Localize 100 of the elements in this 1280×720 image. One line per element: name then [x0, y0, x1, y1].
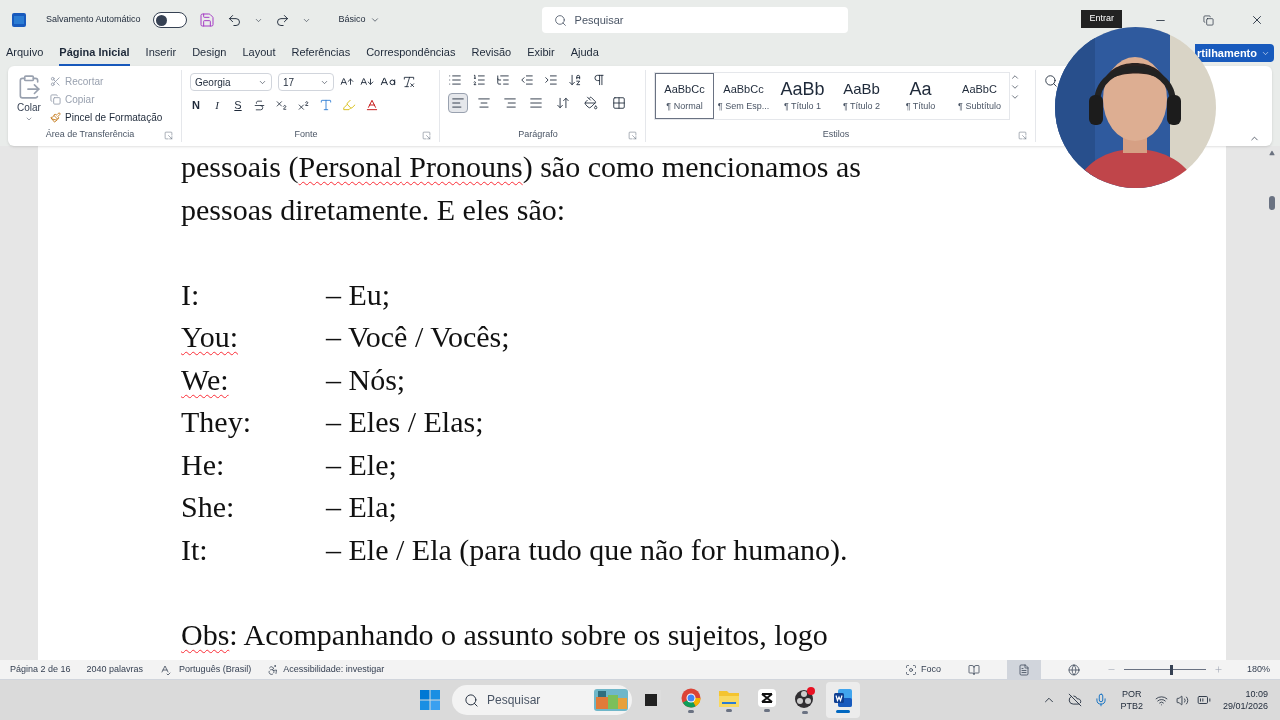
more-styles-icon[interactable] — [1010, 92, 1020, 102]
dialog-launcher-icon[interactable] — [164, 130, 173, 140]
wifi-icon[interactable] — [1154, 693, 1168, 707]
italic-button[interactable]: I — [211, 97, 223, 114]
pronoun: It: — [181, 531, 209, 568]
pronoun: He: — [181, 446, 226, 483]
clipboard-action[interactable]: Pincel de Formatação — [50, 110, 163, 125]
bullets-icon[interactable] — [448, 73, 462, 87]
numbering-icon[interactable] — [472, 73, 486, 87]
undo-icon[interactable] — [226, 12, 242, 28]
increase-indent-icon[interactable] — [544, 73, 558, 87]
word-count[interactable]: 2040 palavras — [86, 662, 144, 677]
search-icon[interactable] — [553, 13, 567, 27]
view-mode-dropdown[interactable]: Básico — [338, 13, 380, 27]
sort-icon[interactable] — [568, 73, 582, 87]
restore-icon[interactable] — [1203, 14, 1214, 26]
accessibility-icon[interactable] — [267, 663, 280, 676]
scroll-up-icon[interactable] — [1010, 72, 1020, 82]
caret-icon[interactable] — [25, 115, 33, 123]
style-gallery-item[interactable]: AaBbCc ¶ Normal — [655, 73, 714, 119]
menu-tab[interactable]: Exibir — [527, 40, 555, 66]
style-gallery-item[interactable]: AaBb ¶ Título 1 — [773, 73, 832, 119]
battery-icon[interactable] — [1196, 693, 1211, 707]
zoom-slider[interactable] — [1123, 664, 1206, 675]
dialog-launcher-icon[interactable] — [422, 130, 431, 140]
page-count[interactable]: Página 2 de 16 — [10, 662, 71, 677]
search-icon[interactable] — [1044, 74, 1058, 88]
translation: – Eu; — [326, 276, 391, 313]
caret-icon[interactable] — [369, 15, 380, 25]
search-field[interactable]: Pesquisar — [541, 7, 848, 33]
autosave-label: Salvamento Automático — [46, 13, 141, 27]
borders-icon[interactable] — [612, 96, 626, 110]
save-icon[interactable] — [198, 12, 215, 28]
spellcheck-icon[interactable] — [159, 663, 172, 676]
translation: – Eles / Elas; — [326, 404, 484, 440]
folder-icon — [719, 688, 739, 707]
align-center-icon — [477, 96, 491, 110]
align-left-button[interactable] — [448, 93, 468, 113]
menu-tab[interactable]: Correspondências — [366, 40, 456, 66]
underline-button[interactable]: S — [232, 97, 244, 114]
keyboard-language[interactable]: POR PTB2 — [1120, 688, 1143, 712]
sign-in-button[interactable]: Entrar — [1081, 10, 1122, 28]
menu-tab[interactable]: Referências — [291, 40, 351, 66]
focus-icon[interactable] — [904, 663, 917, 676]
style-gallery-item[interactable]: AaBb ¶ Título 2 — [832, 73, 891, 119]
microphone-icon[interactable] — [1094, 693, 1109, 707]
redo-icon[interactable] — [274, 12, 290, 28]
accessibility-button[interactable]: Acessibilidade: investigar — [267, 662, 385, 677]
font-color-icon[interactable] — [365, 98, 379, 113]
zoom-thumb[interactable] — [1169, 664, 1173, 675]
clear-formatting-icon[interactable] — [402, 75, 416, 89]
dialog-launcher-icon[interactable] — [1018, 130, 1027, 140]
shading-icon[interactable] — [584, 96, 598, 110]
paste-button[interactable]: Colar — [16, 74, 42, 128]
print-layout-button[interactable] — [1006, 659, 1041, 680]
font-name-field[interactable]: Georgia — [190, 73, 272, 91]
subscript-icon[interactable] — [275, 98, 288, 112]
autosave-toggle[interactable] — [152, 12, 187, 28]
menu-tab[interactable]: Ajuda — [570, 40, 599, 66]
language[interactable]: Português (Brasil) — [179, 662, 252, 677]
menu-tab[interactable]: Revisão — [471, 40, 512, 66]
word-icon — [833, 687, 853, 708]
taskbar-search-field[interactable]: Pesquisar — [452, 685, 632, 715]
menu-tab[interactable]: Design — [192, 40, 227, 66]
focus-button[interactable]: Foco — [904, 662, 941, 677]
share-button[interactable]: rtilhamento — [1195, 44, 1274, 62]
windows-icon[interactable] — [420, 690, 440, 710]
menu-tab[interactable]: Arquivo — [6, 40, 44, 66]
style-gallery-item[interactable]: Aa ¶ Título — [891, 73, 950, 119]
justify-icon — [529, 96, 543, 110]
cloud-off-icon[interactable] — [1068, 693, 1083, 707]
scroll-up-icon[interactable] — [1269, 150, 1275, 156]
menu-tab[interactable]: Layout — [242, 40, 276, 66]
multilevel-list-icon[interactable] — [496, 73, 510, 87]
search-icon[interactable] — [464, 692, 479, 708]
font-size-field[interactable]: 17 — [278, 73, 334, 91]
close-icon[interactable] — [1250, 13, 1264, 27]
text-effects-icon[interactable] — [319, 98, 333, 113]
align-left-icon — [451, 96, 465, 110]
strikethrough-icon[interactable] — [253, 98, 266, 112]
scroll-thumb[interactable] — [1269, 196, 1275, 210]
translation: – Ele; — [326, 446, 397, 483]
scroll-down-icon[interactable] — [1010, 82, 1020, 92]
volume-icon[interactable] — [1175, 693, 1189, 707]
dialog-launcher-icon[interactable] — [628, 130, 637, 140]
clock[interactable]: 10:09 29/01/2026 — [1222, 688, 1268, 712]
style-gallery-item[interactable]: AaBbC ¶ Subtítulo — [950, 73, 1009, 119]
decrease-indent-icon[interactable] — [520, 73, 534, 87]
superscript-icon[interactable] — [297, 98, 310, 112]
pronoun: You: — [181, 319, 239, 355]
style-gallery-item[interactable]: AaBbCc ¶ Sem Esp... — [714, 73, 773, 119]
zoom-level[interactable]: 180% — [1246, 662, 1270, 677]
align-right-icon — [503, 96, 517, 110]
translation: – Você / Vocês; — [326, 319, 510, 355]
menu-tab[interactable]: Inserir — [145, 40, 177, 66]
pilcrow-icon[interactable] — [592, 73, 606, 87]
pronoun: She: — [181, 489, 236, 525]
bold-button[interactable]: N — [190, 97, 202, 114]
line-spacing-icon[interactable] — [556, 96, 570, 110]
taskbar-app[interactable] — [826, 682, 860, 718]
